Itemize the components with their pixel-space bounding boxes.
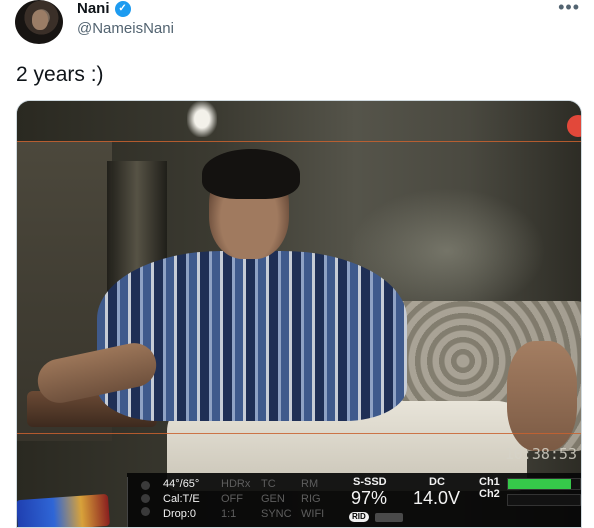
tweet: Nani ✓ @NameisNani ••• 2 years :) 10:38:… [0,0,594,528]
avatar[interactable] [15,0,63,44]
photo-ceiling-light [187,101,217,137]
hud-temp: 44°/65° [163,478,200,490]
hud-ratio: 1:1 [221,508,237,520]
hud-power-label: DC [429,476,445,488]
hud-column-rm: RM RIG WIFI [301,477,324,522]
hud-tc: TC [261,478,276,490]
user-handle[interactable]: @NameisNani [77,20,174,38]
photo-person-shirt [97,251,407,421]
hud-ch2-label: Ch2 [479,488,500,500]
tweet-text: 2 years :) [16,63,104,86]
hud-cal: Cal:T/E [163,493,200,505]
hud-status-dots [141,481,150,516]
hud-rm: RM [301,478,319,490]
hud-ch2-meter [507,494,581,506]
timecode: 10:38:53 [504,445,577,463]
more-options-icon[interactable]: ••• [558,0,580,16]
hud-rid-bar [375,513,403,522]
photo-person-hair [202,149,300,199]
hud-media-value: 97% [351,488,388,508]
hud-drop: Drop:0 [163,508,197,520]
hud-hdrx-state: OFF [221,493,243,505]
hud-gen: GEN [261,493,285,505]
name-row: Nani ✓ [77,0,131,18]
verified-badge-icon: ✓ [114,1,131,17]
hud-divider [127,477,128,527]
hud-rig: RIG [301,493,321,505]
frame-guide-top [17,141,581,142]
hud-power-value: 14.0V [413,488,461,508]
hud-column-hdrx: HDRx OFF 1:1 [221,477,250,522]
hud-ch1-meter [507,478,581,490]
hud-sync: SYNC [261,508,292,520]
avatar-face [32,10,48,30]
photo-foot [507,341,577,451]
display-name[interactable]: Nani [77,0,110,18]
hud-column-temp: 44°/65° Cal:T/E Drop:0 [163,477,200,522]
photo-snack-packet [17,493,111,527]
tweet-photo[interactable]: 10:38:53 44°/65° Cal:T/E Drop:0 HDRx OFF… [16,100,582,528]
frame-guide-bottom [17,433,581,434]
record-indicator-icon [567,115,581,137]
hud-hdrx: HDRx [221,478,251,490]
hud-media-label: S-SSD [353,476,387,488]
hud-wifi: WIFI [301,508,325,520]
hud-ch1-label: Ch1 [479,476,500,488]
hud-column-tc: TC GEN SYNC [261,477,292,522]
hud-rid-badge: RID [349,512,369,522]
camera-hud: 44°/65° Cal:T/E Drop:0 HDRx OFF 1:1 TC G… [127,473,581,527]
hud-ch1-meter-fill [508,479,572,489]
